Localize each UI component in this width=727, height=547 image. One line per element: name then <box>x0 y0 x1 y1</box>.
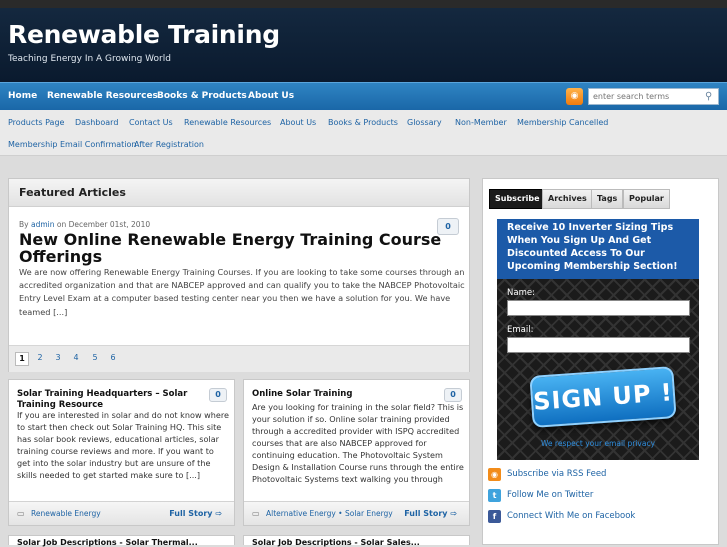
nav-home[interactable]: Home <box>8 91 37 101</box>
nav-glossary[interactable]: Glossary <box>407 118 442 127</box>
nav-about-us-2[interactable]: About Us <box>280 118 316 127</box>
folder-icon: ▭ <box>252 509 260 518</box>
nav-about-us[interactable]: About Us <box>248 91 294 101</box>
featured-title[interactable]: New Online Renewable Energy Training Cou… <box>19 231 449 265</box>
signup-button[interactable]: SIGN UP ! <box>529 366 677 428</box>
post-title[interactable]: Online Solar Training <box>252 389 432 400</box>
post-card-partial: Solar Job Descriptions - Solar Thermal..… <box>8 535 235 547</box>
post-footer: ▭ Alternative Energy • Solar Energy Full… <box>244 501 469 525</box>
featured-excerpt: We are now offering Renewable Energy Tra… <box>19 267 465 317</box>
site-tagline: Teaching Energy In A Growing World <box>8 54 171 64</box>
secondary-nav: Products Page Dashboard Contact Us Renew… <box>0 110 727 156</box>
tab-tags[interactable]: Tags <box>591 189 624 209</box>
post-card-partial: Solar Job Descriptions - Solar Sales... <box>243 535 470 547</box>
rss-icon: ◉ <box>488 468 501 481</box>
social-label[interactable]: Subscribe via RSS Feed <box>507 469 606 479</box>
post-excerpt: If you are interested in solar and do no… <box>17 410 229 480</box>
promo-heading: Receive 10 Inverter Sizing Tips When You… <box>497 219 699 279</box>
post-date: on December 01st, 2010 <box>56 220 151 229</box>
nav-books-products-2[interactable]: Books & Products <box>328 118 398 127</box>
post-title[interactable]: Solar Job Descriptions - Solar Thermal..… <box>17 538 227 547</box>
name-field[interactable] <box>507 300 690 316</box>
post-card: Online Solar Training 0 Are you looking … <box>243 379 470 526</box>
comment-count-bubble[interactable]: 0 <box>209 388 227 402</box>
post-excerpt: Are you looking for training in the sola… <box>252 402 464 484</box>
site-title[interactable]: Renewable Training <box>8 20 280 49</box>
author-link[interactable]: admin <box>31 220 55 229</box>
sidebar: Subscribe Archives Tags Popular Receive … <box>482 178 719 545</box>
tab-subscribe[interactable]: Subscribe <box>489 189 546 209</box>
page-2[interactable]: 2 <box>33 353 47 362</box>
nav-dashboard[interactable]: Dashboard <box>75 118 118 127</box>
tab-popular[interactable]: Popular <box>623 189 670 209</box>
comment-count-bubble[interactable]: 0 <box>444 388 462 402</box>
nav-renewable-resources[interactable]: Renewable Resources <box>47 91 158 101</box>
post-card: Solar Training Headquarters – Solar Trai… <box>8 379 235 526</box>
name-label: Name: <box>507 288 535 298</box>
site-header: Renewable Training Teaching Energy In A … <box>0 0 727 82</box>
nav-contact-us[interactable]: Contact Us <box>129 118 173 127</box>
full-story-link[interactable]: Full Story ⇨ <box>404 509 457 518</box>
folder-icon: ▭ <box>17 509 25 518</box>
rss-icon[interactable]: ◉ <box>566 88 583 105</box>
featured-pager: 1 2 3 4 5 6 <box>9 345 469 372</box>
social-label[interactable]: Connect With Me on Facebook <box>507 511 635 521</box>
post-title[interactable]: Solar Training Headquarters – Solar Trai… <box>17 389 197 410</box>
byline-prefix: By <box>19 220 29 229</box>
post-title[interactable]: Solar Job Descriptions - Solar Sales... <box>252 538 462 547</box>
post-category[interactable]: Alternative Energy • Solar Energy <box>266 509 393 518</box>
post-footer: ▭ Renewable Energy Full Story ⇨ <box>9 501 234 525</box>
privacy-note[interactable]: We respect your email privacy <box>497 439 699 448</box>
tab-archives[interactable]: Archives <box>542 189 593 209</box>
post-category[interactable]: Renewable Energy <box>31 509 101 518</box>
page-1[interactable]: 1 <box>15 352 29 366</box>
featured-articles: Featured Articles By admin on December 0… <box>8 178 470 372</box>
signup-form: Receive 10 Inverter Sizing Tips When You… <box>497 219 699 460</box>
search-icon[interactable]: ⚲ <box>705 91 712 102</box>
nav-membership-email-confirmation[interactable]: Membership Email Confirmation <box>8 140 136 149</box>
post-byline: By admin on December 01st, 2010 <box>19 220 150 229</box>
page-5[interactable]: 5 <box>88 353 102 362</box>
featured-heading: Featured Articles <box>9 179 469 207</box>
page-3[interactable]: 3 <box>51 353 65 362</box>
nav-renewable-resources-2[interactable]: Renewable Resources <box>184 118 271 127</box>
page-6[interactable]: 6 <box>106 353 120 362</box>
nav-non-member[interactable]: Non-Member <box>455 118 507 127</box>
full-story-link[interactable]: Full Story ⇨ <box>169 509 222 518</box>
primary-nav: Home Renewable Resources Books & Product… <box>0 82 727 110</box>
search-input[interactable] <box>588 88 719 105</box>
email-label: Email: <box>507 325 534 335</box>
nav-membership-cancelled[interactable]: Membership Cancelled <box>517 118 608 127</box>
nav-after-registration[interactable]: After Registration <box>134 140 204 149</box>
email-field[interactable] <box>507 337 690 353</box>
facebook-icon: f <box>488 510 501 523</box>
page-4[interactable]: 4 <box>69 353 83 362</box>
social-label[interactable]: Follow Me on Twitter <box>507 490 593 500</box>
twitter-icon: t <box>488 489 501 502</box>
full-story-label: Full Story <box>404 509 448 518</box>
nav-products-page[interactable]: Products Page <box>8 118 64 127</box>
full-story-label: Full Story <box>169 509 213 518</box>
nav-books-products[interactable]: Books & Products <box>157 91 247 101</box>
